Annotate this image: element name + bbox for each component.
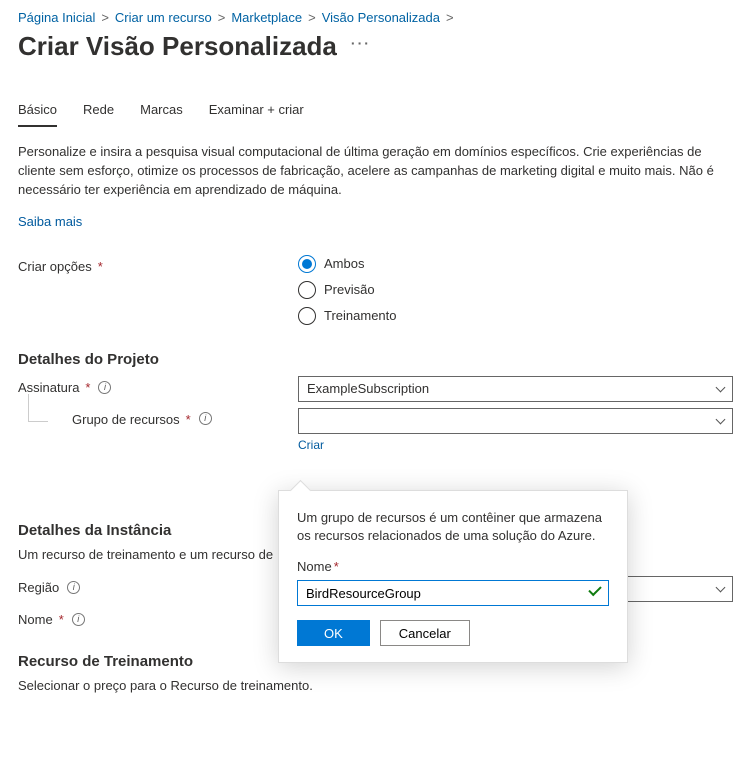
radio-label: Previsão <box>324 282 375 297</box>
chevron-down-icon <box>716 414 726 424</box>
subscription-row: Assinatura * i ExampleSubscription <box>18 376 733 402</box>
popup-name-label: Nome* <box>297 559 609 574</box>
page-title-text: Criar Visão Personalizada <box>18 31 337 62</box>
name-label: Nome * i <box>18 608 298 627</box>
rg-field-stack: Criar <box>298 408 733 452</box>
radio-option-training[interactable]: Treinamento <box>298 307 397 325</box>
rg-label-wrap: Grupo de recursos * i <box>18 408 298 427</box>
label-text: Criar opções <box>18 259 92 274</box>
breadcrumb: Página Inicial > Criar um recurso > Market… <box>18 10 733 25</box>
indent-line <box>28 394 48 422</box>
label-text: Nome <box>297 559 332 574</box>
label-text: Nome <box>18 612 53 627</box>
radio-option-prediction[interactable]: Previsão <box>298 281 397 299</box>
info-icon[interactable]: i <box>199 412 212 425</box>
popup-input-wrap <box>297 580 609 606</box>
radio-icon <box>298 307 316 325</box>
required-indicator: * <box>59 612 64 627</box>
radio-icon <box>298 281 316 299</box>
info-icon[interactable]: i <box>67 581 80 594</box>
cancel-button[interactable]: Cancelar <box>380 620 470 646</box>
required-indicator: * <box>98 259 103 274</box>
info-icon[interactable]: i <box>72 613 85 626</box>
region-label: Região i <box>18 576 298 595</box>
resource-group-dropdown[interactable] <box>298 408 733 434</box>
chevron-right-icon: > <box>446 10 454 25</box>
tab-network[interactable]: Rede <box>83 96 114 127</box>
subscription-dropdown[interactable]: ExampleSubscription <box>298 376 733 402</box>
required-indicator: * <box>186 412 191 427</box>
resource-group-row: Grupo de recursos * i Criar <box>18 408 733 452</box>
radio-label: Ambos <box>324 256 364 271</box>
label-text: Região <box>18 580 59 595</box>
radio-icon <box>298 255 316 273</box>
tab-tags[interactable]: Marcas <box>140 96 183 127</box>
subscription-label: Assinatura * i <box>18 376 298 395</box>
chevron-right-icon: > <box>218 10 226 25</box>
create-resource-group-popup: Um grupo de recursos é um contêiner que … <box>278 490 628 663</box>
ok-button[interactable]: OK <box>297 620 370 646</box>
chevron-down-icon <box>716 582 726 592</box>
tab-review[interactable]: Examinar + criar <box>209 96 304 127</box>
training-resource-desc: Selecionar o preço para o Recurso de tre… <box>18 678 733 693</box>
required-indicator: * <box>334 559 339 574</box>
chevron-right-icon: > <box>101 10 109 25</box>
breadcrumb-link[interactable]: Visão Personalizada <box>322 10 440 25</box>
breadcrumb-link[interactable]: Marketplace <box>231 10 302 25</box>
dropdown-value: ExampleSubscription <box>307 381 429 396</box>
chevron-down-icon <box>716 382 726 392</box>
radio-option-both[interactable]: Ambos <box>298 255 397 273</box>
tab-basic[interactable]: Básico <box>18 96 57 127</box>
tabs: Básico Rede Marcas Examinar + criar <box>18 96 733 127</box>
create-options-label: Criar opções * <box>18 255 298 274</box>
create-options-row: Criar opções * Ambos Previsão Treinamento <box>18 255 733 325</box>
create-new-rg-link[interactable]: Criar <box>298 438 324 452</box>
description-text: Personalize e insira a pesquisa visual c… <box>18 143 733 200</box>
label-text: Assinatura <box>18 380 79 395</box>
chevron-right-icon: > <box>308 10 316 25</box>
learn-more-link[interactable]: Saiba mais <box>18 214 82 229</box>
label-text: Grupo de recursos <box>72 412 180 427</box>
info-icon[interactable]: i <box>98 381 111 394</box>
popup-button-row: OK Cancelar <box>297 620 609 646</box>
radio-label: Treinamento <box>324 308 397 323</box>
popup-description: Um grupo de recursos é um contêiner que … <box>297 509 609 545</box>
breadcrumb-link[interactable]: Criar um recurso <box>115 10 212 25</box>
create-options-radio-group: Ambos Previsão Treinamento <box>298 255 397 325</box>
required-indicator: * <box>85 380 90 395</box>
breadcrumb-link[interactable]: Página Inicial <box>18 10 95 25</box>
resource-group-name-input[interactable] <box>297 580 609 606</box>
page-title: Criar Visão Personalizada ··· <box>18 31 733 62</box>
project-details-heading: Detalhes do Projeto <box>18 351 733 368</box>
more-actions-button[interactable]: ··· <box>351 35 371 51</box>
